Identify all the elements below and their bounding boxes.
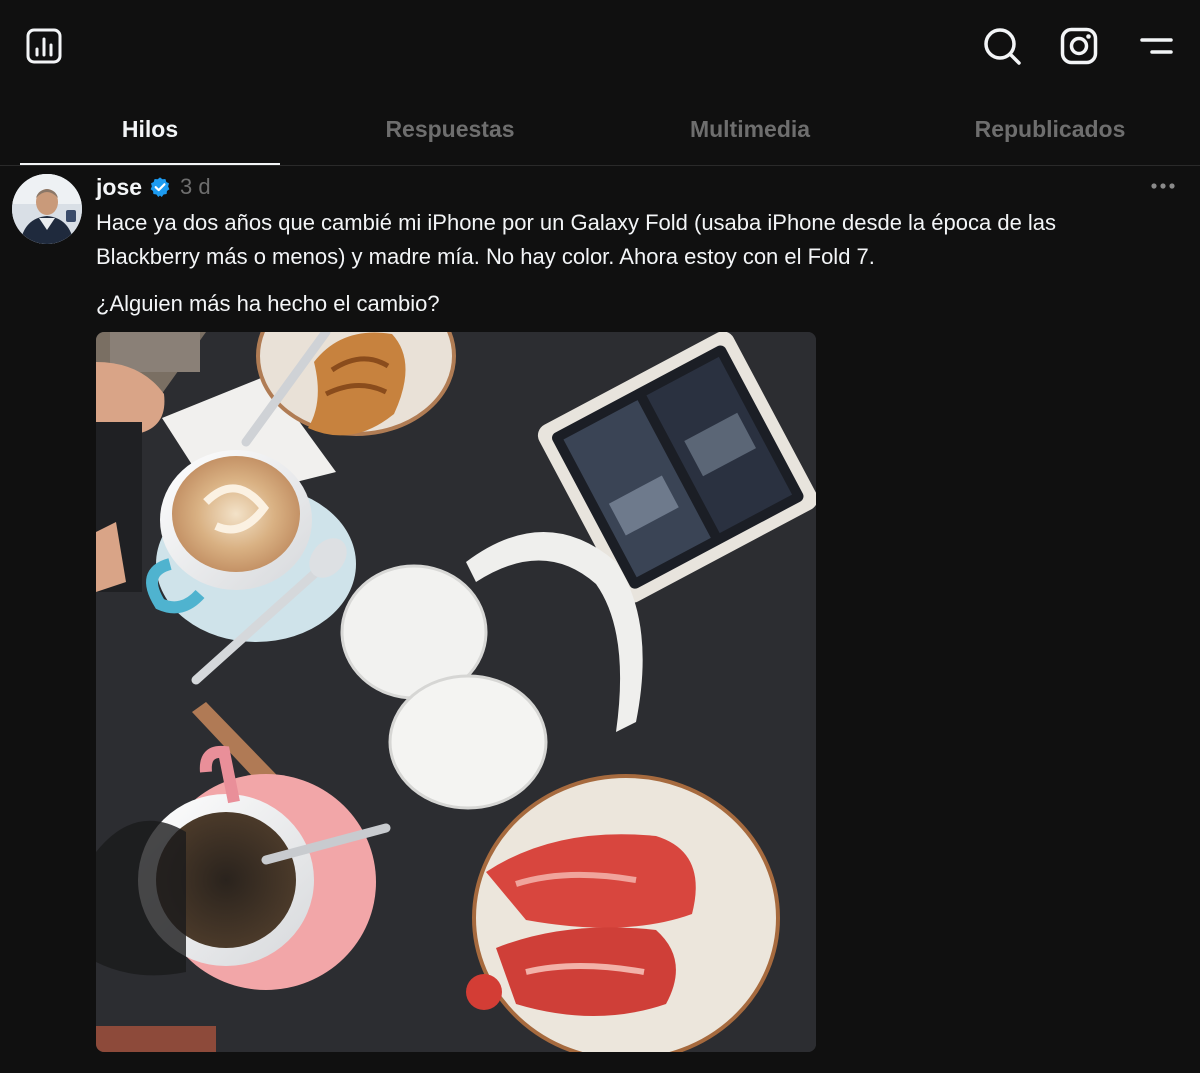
tab-label: Hilos xyxy=(121,115,179,142)
tab-label: Multimedia xyxy=(689,115,811,142)
profile-tabs: Hilos Respuestas Multimedia Republicados xyxy=(0,92,1200,166)
tab-republicados[interactable]: Republicados xyxy=(900,92,1200,166)
post-header: jose 3 d xyxy=(96,172,211,202)
menu-icon xyxy=(1140,38,1173,54)
verified-badge-icon xyxy=(150,177,170,197)
post-text-question: ¿Alguien más ha hecho el cambio? xyxy=(96,291,440,316)
search-button[interactable] xyxy=(980,24,1024,68)
tab-label: Respuestas xyxy=(385,115,515,142)
post-timestamp: 3 d xyxy=(180,174,211,199)
avatar[interactable] xyxy=(12,174,82,244)
tab-hilos[interactable]: Hilos xyxy=(0,92,300,166)
menu-button[interactable] xyxy=(1136,26,1176,66)
instagram-icon xyxy=(1060,27,1098,65)
insights-icon xyxy=(26,28,62,64)
tab-multimedia[interactable]: Multimedia xyxy=(600,92,900,166)
insights-button[interactable] xyxy=(24,26,64,66)
more-options-button[interactable] xyxy=(1146,176,1180,196)
instagram-button[interactable] xyxy=(1057,24,1101,68)
post-photo[interactable] xyxy=(96,332,816,1052)
author-name[interactable]: jose xyxy=(96,174,142,201)
search-icon xyxy=(984,28,1021,65)
thread-post: jose 3 d Hace ya dos años que cambié mi … xyxy=(0,166,1200,1073)
top-bar xyxy=(0,0,1200,92)
post-text: Hace ya dos años que cambié mi iPhone po… xyxy=(96,210,1057,269)
tab-respuestas[interactable]: Respuestas xyxy=(300,92,600,166)
more-icon xyxy=(1151,183,1175,189)
tab-label: Republicados xyxy=(974,115,1126,142)
active-tab-indicator xyxy=(20,163,280,165)
